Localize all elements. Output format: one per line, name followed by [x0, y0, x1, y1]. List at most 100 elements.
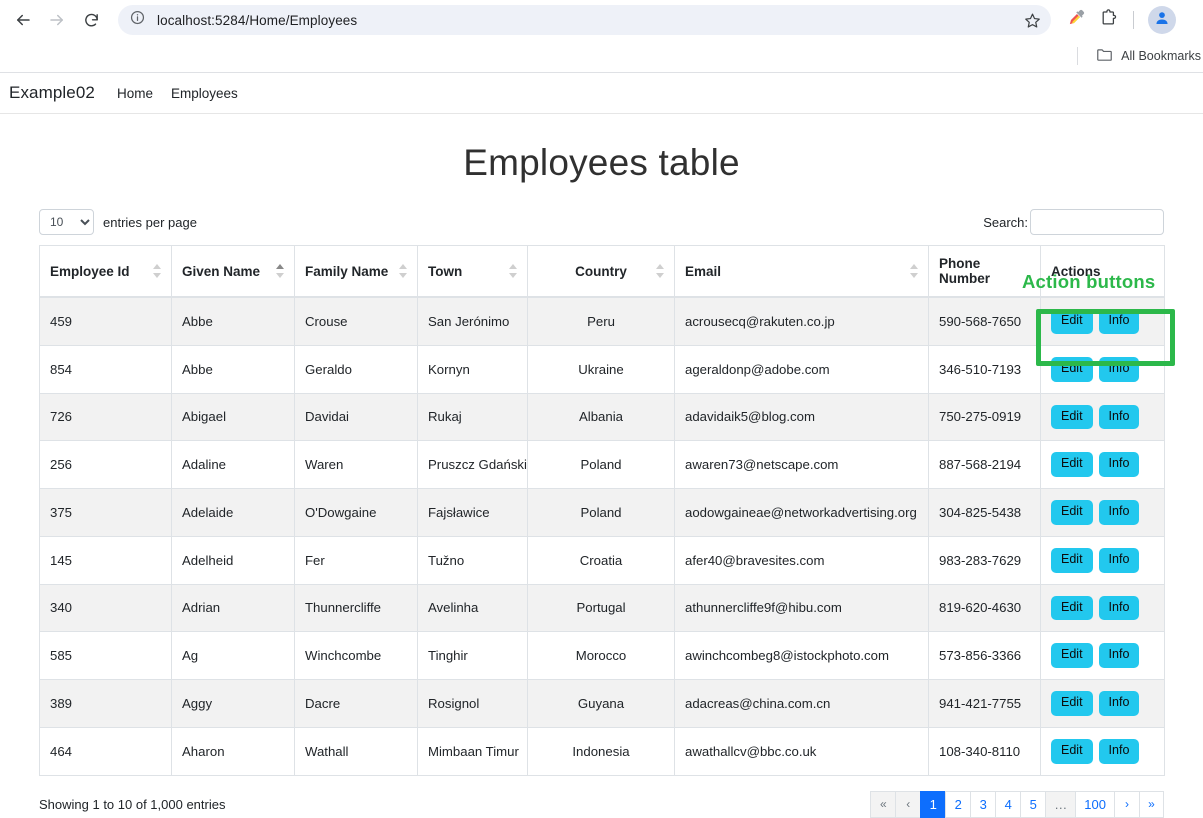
cell-actions: Edit Info: [1040, 679, 1165, 728]
extensions-button[interactable]: [1093, 5, 1123, 35]
info-button[interactable]: Info: [1098, 452, 1140, 477]
all-bookmarks-button[interactable]: All Bookmarks: [1096, 47, 1203, 65]
forward-button[interactable]: [42, 5, 72, 35]
cell-country: Poland: [527, 488, 675, 537]
showing-entries-text: Showing 1 to 10 of 1,000 entries: [39, 796, 226, 812]
search-input[interactable]: [1030, 209, 1164, 235]
page-length-control: 10 25 50 100 entries per page: [39, 209, 197, 235]
bookmarks-divider: [1077, 47, 1079, 65]
cell-town: San Jerónimo: [417, 296, 528, 346]
info-button[interactable]: Info: [1098, 404, 1140, 430]
edit-button[interactable]: Edit: [1051, 547, 1093, 573]
table-controls: 10 25 50 100 entries per page Search:: [39, 206, 1164, 238]
cell-town: Kornyn: [417, 344, 528, 394]
cell-town: Rukaj: [417, 392, 528, 442]
table-row: 585 Ag Winchcombe Tinghir Morocco awinchcombe…: [39, 631, 1165, 680]
table-row: 375 Adelaide O'Dowgaine Fajsławice Poland aod…: [39, 488, 1165, 537]
cell-employee-id: 256: [39, 440, 172, 489]
info-button[interactable]: Info: [1098, 643, 1140, 668]
table-container: 10 25 50 100 entries per page Search:: [39, 206, 1165, 818]
cell-phone-number: 346-510-7193: [928, 344, 1041, 394]
edit-button[interactable]: Edit: [1051, 404, 1093, 430]
cell-actions: Edit Info: [1040, 488, 1165, 537]
col-header-given-name[interactable]: Given Name: [171, 245, 295, 298]
edit-button[interactable]: Edit: [1051, 738, 1093, 764]
cell-employee-id: 464: [39, 726, 172, 776]
address-bar[interactable]: localhost:5284/Home/Employees: [118, 5, 1051, 35]
pagination-button-…: …: [1045, 790, 1076, 818]
edit-button[interactable]: Edit: [1051, 643, 1093, 668]
cell-employee-id: 389: [39, 679, 172, 728]
cell-email: athunnercliffe9f@hibu.com: [674, 583, 929, 633]
col-label-employee-id: Employee Id: [50, 263, 130, 279]
col-header-family-name[interactable]: Family Name: [294, 245, 418, 298]
sort-icon-town[interactable]: [509, 264, 518, 278]
table-row: 459 Abbe Crouse San Jerónimo Peru acrousecq@r…: [39, 296, 1165, 346]
cell-phone-number: 887-568-2194: [928, 440, 1041, 489]
col-header-email[interactable]: Email: [674, 245, 929, 298]
cell-family-name: Thunnercliffe: [294, 583, 418, 633]
info-button[interactable]: Info: [1098, 738, 1140, 764]
info-button[interactable]: Info: [1098, 356, 1140, 382]
edit-button[interactable]: Edit: [1051, 356, 1093, 382]
toolbar-divider: [1133, 11, 1134, 29]
pagination-button-»[interactable]: »: [1139, 790, 1164, 818]
cell-given-name: Adaline: [171, 440, 295, 489]
pagination-button-1[interactable]: 1: [920, 790, 946, 818]
edit-button[interactable]: Edit: [1051, 691, 1093, 716]
nav-link-home[interactable]: Home: [117, 86, 153, 101]
navbar-brand[interactable]: Example02: [9, 83, 95, 103]
cell-phone-number: 573-856-3366: [928, 631, 1041, 680]
col-label-town: Town: [428, 263, 463, 279]
edit-button[interactable]: Edit: [1051, 452, 1093, 477]
cell-country: Guyana: [527, 679, 675, 728]
bookmark-star-icon[interactable]: [1019, 7, 1045, 33]
cell-phone-number: 304-825-5438: [928, 488, 1041, 537]
cell-actions: Edit Info: [1040, 535, 1165, 585]
cell-email: awinchcombeg8@istockphoto.com: [674, 631, 929, 680]
cell-email: acrousecq@rakuten.co.jp: [674, 296, 929, 346]
profile-button[interactable]: [1148, 6, 1176, 34]
cell-family-name: Geraldo: [294, 344, 418, 394]
back-button[interactable]: [8, 5, 38, 35]
info-button[interactable]: Info: [1098, 691, 1140, 716]
pagination-button-2[interactable]: 2: [945, 790, 971, 818]
edit-button[interactable]: Edit: [1051, 500, 1093, 525]
cell-country: Poland: [527, 440, 675, 489]
info-button[interactable]: Info: [1098, 595, 1140, 621]
sort-icon-country[interactable]: [656, 264, 665, 278]
cell-family-name: Fer: [294, 535, 418, 585]
info-button[interactable]: Info: [1098, 309, 1140, 334]
pagination-button-3[interactable]: 3: [970, 790, 996, 818]
cell-actions: Edit Info: [1040, 726, 1165, 776]
sort-icon-given-name[interactable]: [276, 264, 285, 278]
cell-family-name: Wathall: [294, 726, 418, 776]
sort-icon-family-name[interactable]: [399, 264, 408, 278]
table-row: 145 Adelheid Fer Tužno Croatia afer40@bravesi…: [39, 535, 1165, 585]
edit-button[interactable]: Edit: [1051, 595, 1093, 621]
site-info-icon[interactable]: [130, 10, 145, 30]
info-button[interactable]: Info: [1098, 547, 1140, 573]
nav-link-employees[interactable]: Employees: [171, 86, 238, 101]
sort-icon-employee-id[interactable]: [153, 264, 162, 278]
cell-family-name: O'Dowgaine: [294, 488, 418, 537]
col-header-employee-id[interactable]: Employee Id: [39, 245, 172, 298]
cell-given-name: Ag: [171, 631, 295, 680]
col-header-town[interactable]: Town: [417, 245, 528, 298]
pagination-button-›[interactable]: ›: [1114, 790, 1139, 818]
sort-icon-email[interactable]: [910, 264, 919, 278]
pagination-button-4[interactable]: 4: [995, 790, 1021, 818]
pagination-button-5[interactable]: 5: [1020, 790, 1046, 818]
pagination-button-«: «: [870, 790, 896, 818]
edit-button[interactable]: Edit: [1051, 309, 1093, 334]
browser-toolbar: localhost:5284/Home/Employees: [0, 0, 1203, 40]
cell-phone-number: 941-421-7755: [928, 679, 1041, 728]
cell-country: Indonesia: [527, 726, 675, 776]
reload-button[interactable]: [76, 5, 106, 35]
entries-per-page-select[interactable]: 10 25 50 100: [39, 209, 94, 235]
eyedropper-button[interactable]: [1061, 5, 1091, 35]
info-button[interactable]: Info: [1098, 500, 1140, 525]
col-header-country[interactable]: Country: [527, 245, 675, 298]
pagination-button-100[interactable]: 100: [1075, 790, 1114, 818]
cell-town: Pruszcz Gdański: [417, 440, 528, 489]
